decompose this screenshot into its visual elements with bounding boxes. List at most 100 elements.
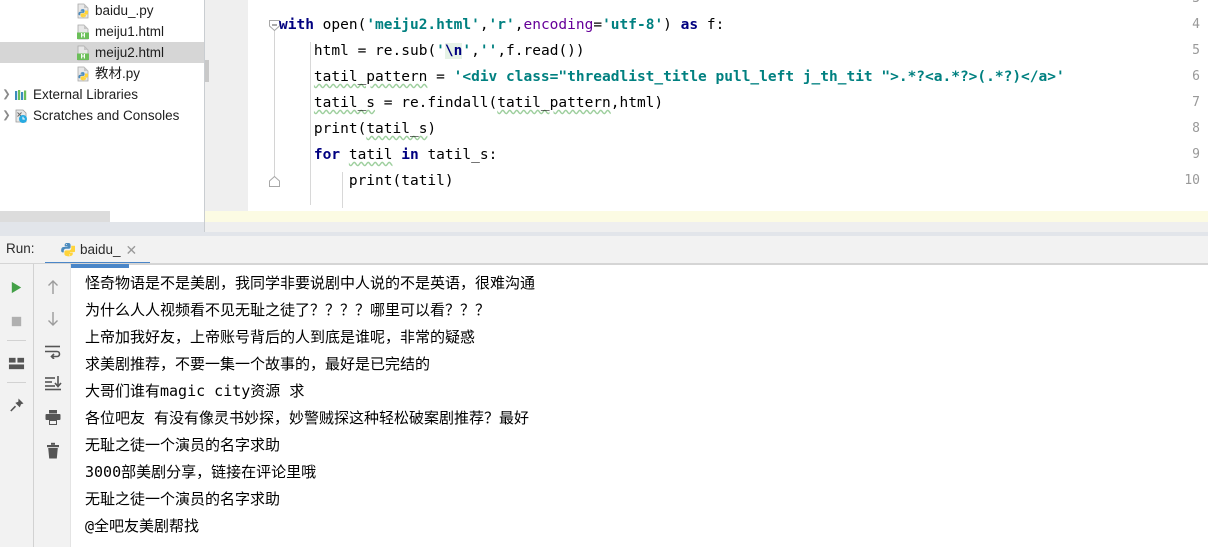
run-panel-header: Run: <box>0 236 1208 264</box>
run-toolbar-primary <box>0 264 33 547</box>
down-button[interactable] <box>36 304 69 334</box>
code-line-7[interactable]: tatil_s = re.findall(tatil_pattern,html) <box>279 90 663 116</box>
line-number-9: 9 <box>1192 147 1200 162</box>
token-string-mode: 'r' <box>488 17 515 33</box>
console-top-border <box>70 264 1208 265</box>
tree-item-5[interactable]: ❯ Scratches and Consoles <box>0 105 204 126</box>
scroll-to-end-button[interactable] <box>36 368 69 398</box>
token-keyword-with: with <box>279 17 314 33</box>
trash-icon <box>46 442 59 459</box>
layout-button[interactable] <box>0 348 33 378</box>
pin-button[interactable] <box>0 390 33 420</box>
play-icon <box>11 281 22 293</box>
project-tree-panel[interactable]: baidu_.py Hmeiju1.html Hmeiju2.html 教材.py ❯ E… <box>0 0 205 232</box>
editor-fold-column[interactable] <box>247 0 280 211</box>
python-icon <box>60 242 77 257</box>
fold-region-line <box>274 24 275 179</box>
stop-icon <box>11 316 22 326</box>
code-editor[interactable]: 3 4 5 6 7 8 9 10 with open('meiju2.html','r',en… <box>205 0 1208 232</box>
project-horizontal-scrollbar[interactable] <box>0 211 204 222</box>
print-icon <box>45 409 60 425</box>
chevron-right-icon[interactable]: ❯ <box>0 105 13 126</box>
line-number-5: 5 <box>1192 43 1200 58</box>
console-output-line-9: @全吧友美剧帮找 <box>85 517 200 535</box>
code-line-6[interactable]: tatil_pattern = '<div class="threadlist_… <box>279 64 1065 90</box>
run-toolbar-secondary <box>33 264 70 547</box>
clear-button[interactable] <box>36 436 69 466</box>
code-line-8[interactable]: print(tatil_s) <box>279 116 436 142</box>
svg-text:H: H <box>80 53 85 60</box>
tree-item-label: External Libraries <box>33 87 139 102</box>
code-line-9[interactable]: for tatil in tatil_s: <box>279 142 497 168</box>
line-number-8: 8 <box>1192 121 1200 136</box>
token-fn-print: print <box>313 121 358 137</box>
up-button[interactable] <box>36 272 69 302</box>
html-file-icon: H <box>75 45 91 61</box>
libraries-icon <box>13 87 29 103</box>
console-output-line-7: 3000部美剧分享，链接在评论里哦 <box>85 463 317 481</box>
soft-wrap-button[interactable] <box>36 336 69 366</box>
code-line-4[interactable]: with open('meiju2.html','r',encoding='ut… <box>279 12 724 38</box>
token-keyword-as: as <box>680 17 699 33</box>
run-panel-label: Run: <box>6 241 35 256</box>
code-line-5[interactable]: html = re.sub('\n','',f.read()) <box>279 38 585 64</box>
token-string-filename: 'meiju2.html' <box>366 17 480 33</box>
token-fn-open: open <box>322 17 358 33</box>
editor-gutter[interactable] <box>205 0 247 211</box>
token-escape-newline: \n <box>444 43 463 59</box>
line-number-4: 4 <box>1192 17 1200 32</box>
tree-item-4[interactable]: ❯ External Libraries <box>0 84 204 105</box>
python-file-icon <box>75 66 91 82</box>
token-var-tatil: tatil <box>348 147 393 163</box>
tree-item-3[interactable]: 教材.py <box>0 63 204 84</box>
run-button[interactable] <box>0 272 33 302</box>
scroll-end-icon <box>44 376 62 391</box>
arrow-up-icon <box>47 280 58 294</box>
soft-wrap-icon <box>44 345 60 359</box>
gutter-bottom-fill <box>205 211 247 222</box>
tree-item-label: meiju1.html <box>95 24 165 39</box>
print-button[interactable] <box>36 402 69 432</box>
stop-button[interactable] <box>0 306 33 336</box>
editor-highlight-row <box>247 211 1208 222</box>
editor-footer-strip <box>205 222 1208 232</box>
token-var-tatil-pattern: tatil_pattern <box>313 69 428 85</box>
code-line-10[interactable]: print(tatil) <box>279 168 454 194</box>
toolbar-separator <box>7 382 26 383</box>
console-output-line-0: 怪奇物语是不是美剧，我同学非要说剧中人说的不是英语，很难沟通 <box>85 274 536 292</box>
layout-icon <box>8 357 25 369</box>
console-scroll-indicator <box>71 264 129 268</box>
token-string-encoding: 'utf-8' <box>602 17 664 33</box>
run-tab-label: baidu_ <box>80 242 121 257</box>
ide-window: baidu_.py Hmeiju1.html Hmeiju2.html 教材.py ❯ E… <box>0 0 1208 547</box>
line-number-3: 3 <box>1170 0 1200 12</box>
token-keyword-in: in <box>401 147 419 163</box>
project-scroll-thumb[interactable] <box>0 211 110 222</box>
run-console-output[interactable]: 怪奇物语是不是美剧，我同学非要说剧中人说的不是英语，很难沟通 为什么人人视频看不见… <box>70 264 1208 547</box>
tree-item-label: Scratches and Consoles <box>33 108 180 123</box>
pin-icon <box>9 398 23 412</box>
html-file-icon: H <box>75 24 91 40</box>
editor-caret-marker <box>205 60 209 82</box>
close-icon[interactable]: ✕ <box>126 243 138 257</box>
chevron-right-icon[interactable]: ❯ <box>0 84 13 105</box>
toolbar-separator <box>7 340 26 341</box>
console-output-line-4: 大哥们谁有magic city资源 求 <box>85 382 305 400</box>
tree-item-2[interactable]: Hmeiju2.html <box>0 42 204 63</box>
token-string-regex: '<div class="threadlist_title pull_left … <box>453 69 1065 85</box>
token-keyword-for: for <box>313 147 341 163</box>
scratches-icon <box>13 108 29 124</box>
console-output-line-1: 为什么人人视频看不见无耻之徒了？？？？哪里可以看？？？ <box>85 301 491 319</box>
top-area: baidu_.py Hmeiju1.html Hmeiju2.html 教材.py ❯ E… <box>0 0 1208 232</box>
console-output-line-3: 求美剧推荐，不要一集一个故事的，最好是已完结的 <box>85 355 431 373</box>
console-output-line-2: 上帝加我好友，上帝账号背后的人到底是谁呢，非常的疑惑 <box>85 328 476 346</box>
console-left-border <box>70 264 71 547</box>
tree-item-0[interactable]: baidu_.py <box>0 0 204 21</box>
token-fn-sub: sub <box>401 43 428 59</box>
token-kwarg-encoding: encoding <box>523 17 594 33</box>
tree-item-label: 教材.py <box>95 66 141 81</box>
project-tree-list: baidu_.py Hmeiju1.html Hmeiju2.html 教材.py ❯ E… <box>0 0 204 126</box>
token-var-tatil-s: tatil_s <box>313 95 376 111</box>
run-tab-baidu[interactable]: baidu_ ✕ <box>52 236 146 263</box>
tree-item-1[interactable]: Hmeiju1.html <box>0 21 204 42</box>
